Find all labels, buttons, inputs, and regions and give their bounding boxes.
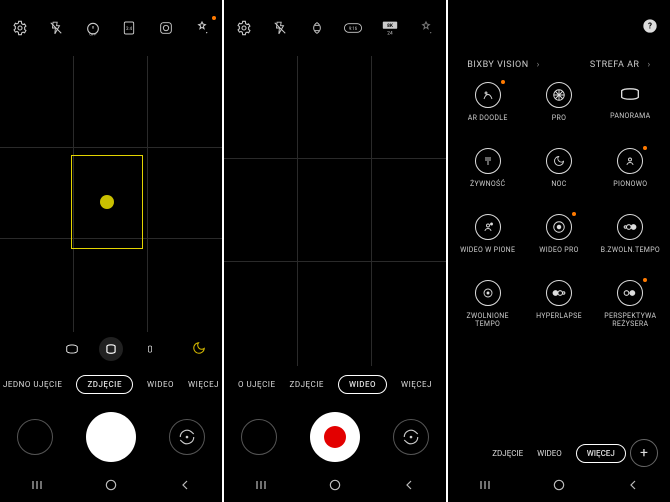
- mode-video[interactable]: WIDEO: [338, 375, 387, 394]
- gallery-thumbnail[interactable]: [241, 419, 277, 455]
- mode-hyperlapse[interactable]: HYPERLAPSE: [523, 280, 594, 340]
- record-button[interactable]: [310, 412, 360, 462]
- mode-night[interactable]: NOC: [523, 148, 594, 208]
- top-row: ?: [448, 0, 670, 56]
- timer-off-icon[interactable]: OFF: [83, 18, 103, 38]
- nav-home-icon[interactable]: [103, 477, 119, 497]
- add-mode-button[interactable]: +: [630, 439, 658, 467]
- mode-photo[interactable]: ZDJĘCIE: [290, 380, 324, 389]
- nav-bar: [224, 472, 446, 502]
- chevron-right-icon: ›: [537, 60, 540, 70]
- mode-pro[interactable]: PRO: [523, 82, 594, 142]
- nav-back-icon[interactable]: [401, 477, 417, 497]
- svg-text:9:16: 9:16: [349, 27, 358, 32]
- settings-icon[interactable]: [10, 18, 30, 38]
- mode-super-slowmo[interactable]: B.ZWOLN.TEMPO: [595, 214, 666, 274]
- motion-photo-icon[interactable]: [156, 18, 176, 38]
- top-icon-row: OFF 3:4: [0, 0, 222, 56]
- mode-ar-doodle[interactable]: AR DOODLE: [452, 82, 523, 142]
- focus-box: [71, 155, 143, 249]
- mode-single-take[interactable]: O UJĘCIE: [238, 380, 276, 389]
- nav-bar: [0, 472, 222, 502]
- mode-slowmo[interactable]: ZWOLNIONE TEMPO: [452, 280, 523, 340]
- nav-home-icon[interactable]: [551, 477, 567, 497]
- bixby-vision-link[interactable]: BIXBY VISION ›: [467, 60, 540, 70]
- mode-more[interactable]: WIĘCEJ: [188, 380, 219, 389]
- mode-photo[interactable]: ZDJĘCIE: [492, 449, 523, 458]
- ratio-916-icon[interactable]: 9:16: [343, 18, 363, 38]
- chevron-right-icon: ›: [647, 60, 650, 70]
- gallery-thumbnail[interactable]: [17, 419, 53, 455]
- mode-video[interactable]: WIDEO: [147, 380, 174, 389]
- nav-back-icon[interactable]: [625, 477, 641, 497]
- svg-text:3:4: 3:4: [126, 26, 133, 32]
- nav-recent-icon[interactable]: [29, 477, 45, 497]
- mode-portrait-video[interactable]: WIDEO W PIONE: [452, 214, 523, 274]
- mode-grid: AR DOODLE PRO PANORAMA ŻYWNOŚĆ NOC PIONO…: [448, 82, 670, 434]
- viewfinder[interactable]: [224, 56, 446, 366]
- viewfinder[interactable]: [0, 56, 222, 332]
- nav-back-icon[interactable]: [177, 477, 193, 497]
- focus-point-icon: [100, 195, 114, 209]
- top-icon-row: 9:16 8K24: [224, 0, 446, 56]
- nav-home-icon[interactable]: [327, 477, 343, 497]
- shutter-row: [0, 402, 222, 472]
- mode-video[interactable]: WIDEO: [537, 449, 562, 458]
- svg-text:?: ?: [648, 22, 652, 31]
- svg-text:24: 24: [387, 30, 393, 36]
- bixby-vision-label: BIXBY VISION: [467, 60, 528, 70]
- flash-off-icon[interactable]: [270, 18, 290, 38]
- nav-bar: [448, 472, 670, 502]
- filters-icon[interactable]: [416, 18, 436, 38]
- mode-more[interactable]: WIĘCEJ: [401, 380, 432, 389]
- settings-icon[interactable]: [234, 18, 254, 38]
- zoom-row: [0, 332, 222, 366]
- mode-pro-video[interactable]: WIDEO PRO: [523, 214, 594, 274]
- mode-portrait[interactable]: PIONOWO: [595, 148, 666, 208]
- ar-zone-label: STREFA AR: [590, 60, 640, 70]
- resolution-8k-icon[interactable]: 8K24: [380, 18, 400, 38]
- camera-screen-more: ? BIXBY VISION › STREFA AR › AR DOODLE P…: [448, 0, 670, 502]
- zoom-wide-icon[interactable]: [99, 337, 123, 361]
- switch-camera-icon[interactable]: [393, 419, 429, 455]
- night-mode-icon[interactable]: [192, 340, 206, 359]
- mode-panorama[interactable]: PANORAMA: [595, 82, 666, 142]
- nav-recent-icon[interactable]: [253, 477, 269, 497]
- zoom-tele-icon[interactable]: [141, 340, 159, 358]
- ratio-34-icon[interactable]: 3:4: [119, 18, 139, 38]
- camera-screen-photo: OFF 3:4: [0, 0, 222, 502]
- switch-camera-icon[interactable]: [169, 419, 205, 455]
- zoom-ultrawide-icon[interactable]: [63, 340, 81, 358]
- mode-photo[interactable]: ZDJĘCIE: [76, 375, 133, 394]
- mode-selector[interactable]: JEDNO UJĘCIE ZDJĘCIE WIDEO WIĘCEJ: [0, 366, 222, 402]
- shutter-row: [224, 402, 446, 472]
- flash-off-icon[interactable]: [46, 18, 66, 38]
- mode-single-take[interactable]: JEDNO UJĘCIE: [3, 380, 62, 389]
- mode-food[interactable]: ŻYWNOŚĆ: [452, 148, 523, 208]
- mode-directors-view[interactable]: PERSPEKTYWA REŻYSERA: [595, 280, 666, 340]
- filters-icon[interactable]: [192, 18, 212, 38]
- ar-zone-link[interactable]: STREFA AR ›: [590, 60, 651, 70]
- help-icon[interactable]: ?: [642, 18, 658, 38]
- camera-screen-video: 9:16 8K24 O UJĘCIE ZDJĘCIE WIDEO WIĘCEJ: [224, 0, 446, 502]
- mode-selector[interactable]: O UJĘCIE ZDJĘCIE WIDEO WIĘCEJ: [224, 366, 446, 402]
- shutter-button[interactable]: [86, 412, 136, 462]
- super-steady-icon[interactable]: [307, 18, 327, 38]
- mode-selector[interactable]: ZDJĘCIE WIDEO WIĘCEJ +: [448, 434, 670, 472]
- nav-recent-icon[interactable]: [477, 477, 493, 497]
- svg-text:OFF: OFF: [89, 31, 97, 36]
- svg-text:8K: 8K: [387, 23, 394, 29]
- mode-headers: BIXBY VISION › STREFA AR ›: [448, 56, 670, 82]
- mode-more[interactable]: WIĘCEJ: [576, 444, 626, 463]
